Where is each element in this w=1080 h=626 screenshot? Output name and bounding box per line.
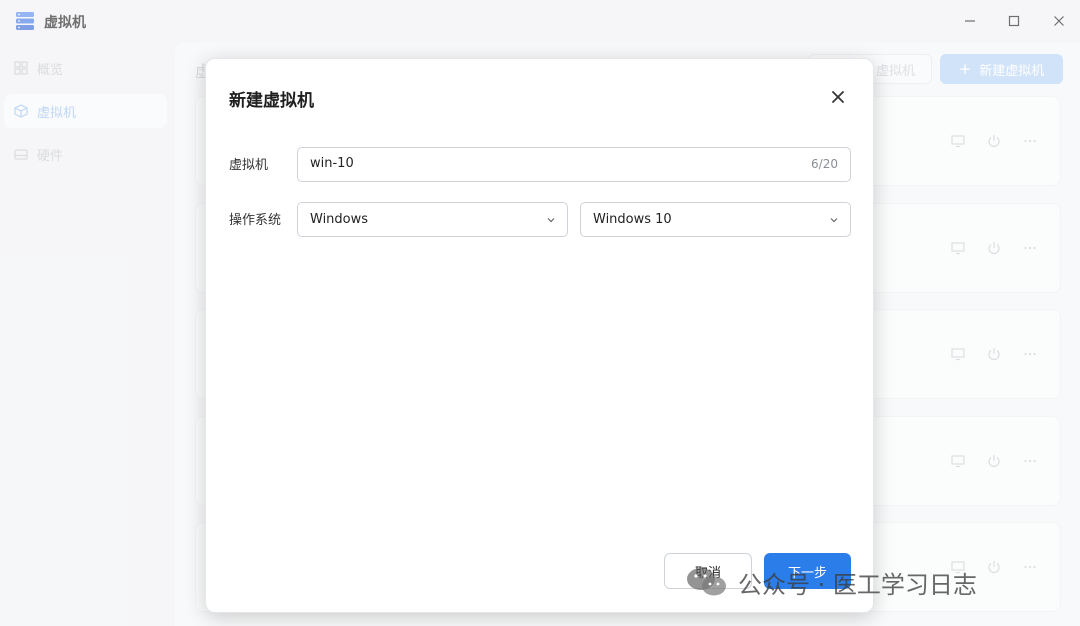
os-label: 操作系统: [229, 213, 282, 228]
cancel-button[interactable]: 取消: [664, 553, 752, 589]
os-family-select[interactable]: Windows: [297, 202, 568, 237]
dialog-close-button[interactable]: [828, 87, 848, 107]
vm-name-field[interactable]: 6/20: [297, 147, 851, 182]
dialog-title: 新建虚拟机: [229, 91, 314, 111]
next-step-button[interactable]: 下一步: [764, 553, 851, 589]
chevron-down-icon: [830, 218, 838, 223]
chevron-down-icon: [547, 218, 555, 223]
os-version-select[interactable]: Windows 10: [580, 202, 851, 237]
new-vm-dialog: 新建虚拟机 虚拟机 6/20 操作系统 Windows Windows 10 取…: [205, 58, 874, 613]
vm-name-input[interactable]: [310, 156, 790, 171]
os-family-value: Windows: [310, 212, 369, 227]
close-icon: [832, 91, 844, 103]
vm-name-label: 虚拟机: [229, 158, 269, 173]
char-counter: 6/20: [811, 157, 838, 171]
os-version-value: Windows 10: [593, 212, 672, 227]
